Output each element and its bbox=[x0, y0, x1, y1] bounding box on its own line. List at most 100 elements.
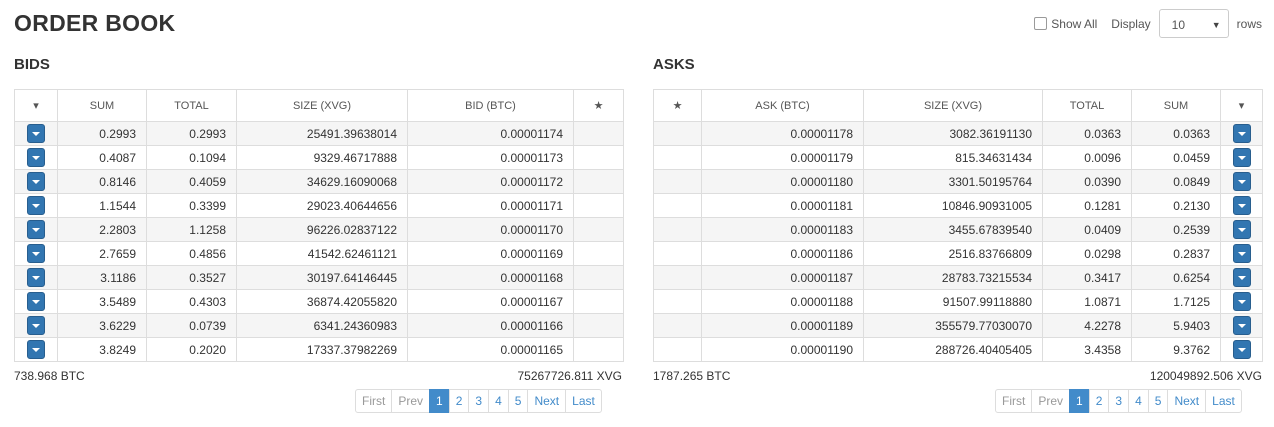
favorite-cell[interactable] bbox=[573, 337, 624, 362]
row-dropdown-button[interactable] bbox=[27, 196, 45, 215]
favorite-cell[interactable] bbox=[653, 337, 702, 362]
asks-sum-cell: 0.0849 bbox=[1131, 169, 1221, 194]
row-dropdown-button[interactable] bbox=[27, 268, 45, 287]
asks-size-cell: 3301.50195764 bbox=[863, 169, 1043, 194]
last-page-button[interactable]: Last bbox=[1205, 389, 1242, 413]
asks-price-cell: 0.00001189 bbox=[701, 313, 864, 338]
bids-sum-header[interactable]: SUM bbox=[57, 89, 147, 122]
row-dropdown-button[interactable] bbox=[27, 124, 45, 143]
favorite-cell[interactable] bbox=[573, 217, 624, 242]
prev-page-button[interactable]: Prev bbox=[1031, 389, 1071, 413]
bids-row: 2.7659 0.4856 41542.62461121 0.00001169 bbox=[14, 241, 624, 266]
asks-price-cell: 0.00001190 bbox=[701, 337, 864, 362]
favorite-cell[interactable] bbox=[653, 313, 702, 338]
bids-price-cell: 0.00001166 bbox=[407, 313, 574, 338]
next-page-button[interactable]: Next bbox=[1167, 389, 1207, 413]
favorite-cell[interactable] bbox=[573, 313, 624, 338]
bids-total-header[interactable]: TOTAL bbox=[146, 89, 237, 122]
show-all-checkbox[interactable] bbox=[1034, 17, 1048, 30]
bids-row: 3.8249 0.2020 17337.37982269 0.00001165 bbox=[14, 337, 624, 362]
bids-column-menu-header[interactable]: ▾ bbox=[14, 89, 58, 122]
page-3-button[interactable]: 3 bbox=[468, 389, 490, 413]
favorite-cell[interactable] bbox=[653, 265, 702, 290]
favorite-cell[interactable] bbox=[653, 289, 702, 314]
asks-total-header[interactable]: TOTAL bbox=[1042, 89, 1132, 122]
page-4-button[interactable]: 4 bbox=[1128, 389, 1149, 413]
favorite-cell[interactable] bbox=[573, 121, 624, 146]
favorite-cell[interactable] bbox=[653, 241, 702, 266]
bids-row: 0.4087 0.1094 9329.46717888 0.00001173 bbox=[14, 145, 624, 170]
favorite-cell[interactable] bbox=[653, 145, 702, 170]
asks-column-menu-header[interactable]: ▾ bbox=[1220, 89, 1263, 122]
asks-row: 0.00001180 3301.50195764 0.0390 0.0849 bbox=[653, 169, 1263, 194]
row-dropdown-button[interactable] bbox=[1232, 124, 1251, 143]
row-dropdown-button[interactable] bbox=[27, 340, 45, 359]
row-dropdown-button[interactable] bbox=[1232, 316, 1251, 335]
row-dropdown-button[interactable] bbox=[27, 148, 45, 167]
asks-table: ★ ASK (BTC) SIZE (XVG) TOTAL SUM ▾ 0.000… bbox=[653, 89, 1263, 362]
favorite-cell[interactable] bbox=[653, 217, 702, 242]
row-dropdown-button[interactable] bbox=[27, 292, 45, 311]
row-dropdown-button[interactable] bbox=[27, 244, 45, 263]
row-dropdown-button[interactable] bbox=[1232, 196, 1251, 215]
bids-total-cell: 0.2993 bbox=[146, 121, 237, 146]
next-page-button[interactable]: Next bbox=[527, 389, 567, 413]
rows-per-page-select[interactable]: 10 ▼ bbox=[1158, 9, 1229, 38]
row-dropdown-button[interactable] bbox=[1232, 268, 1251, 287]
asks-price-header[interactable]: ASK (BTC) bbox=[701, 89, 864, 122]
asks-sum-header[interactable]: SUM bbox=[1131, 89, 1221, 122]
asks-sum-cell: 0.2837 bbox=[1131, 241, 1221, 266]
asks-star-header[interactable]: ★ bbox=[653, 89, 702, 122]
page-5-button[interactable]: 5 bbox=[1147, 389, 1169, 413]
asks-total-cell: 0.0390 bbox=[1042, 169, 1132, 194]
first-page-button[interactable]: First bbox=[355, 389, 393, 413]
row-action-cell bbox=[1220, 313, 1263, 338]
row-dropdown-button[interactable] bbox=[27, 172, 45, 191]
row-dropdown-button[interactable] bbox=[1232, 220, 1251, 239]
bids-size-cell: 30197.64146445 bbox=[236, 265, 408, 290]
row-dropdown-button[interactable] bbox=[1232, 172, 1251, 191]
page-4-button[interactable]: 4 bbox=[488, 389, 509, 413]
row-dropdown-button[interactable] bbox=[1232, 340, 1251, 359]
bids-size-cell: 41542.62461121 bbox=[236, 241, 408, 266]
asks-size-cell: 91507.99118880 bbox=[863, 289, 1043, 314]
favorite-cell[interactable] bbox=[653, 169, 702, 194]
favorite-cell[interactable] bbox=[573, 289, 624, 314]
last-page-button[interactable]: Last bbox=[565, 389, 602, 413]
row-dropdown-button[interactable] bbox=[1232, 148, 1251, 167]
asks-price-cell: 0.00001183 bbox=[701, 217, 864, 242]
page-5-button[interactable]: 5 bbox=[507, 389, 529, 413]
asks-size-header[interactable]: SIZE (XVG) bbox=[863, 89, 1043, 122]
page-1-button[interactable]: 1 bbox=[429, 389, 450, 413]
page-1-button[interactable]: 1 bbox=[1069, 389, 1090, 413]
bids-price-cell: 0.00001169 bbox=[407, 241, 574, 266]
favorite-cell[interactable] bbox=[573, 193, 624, 218]
page-3-button[interactable]: 3 bbox=[1108, 389, 1130, 413]
bids-price-cell: 0.00001170 bbox=[407, 217, 574, 242]
favorite-cell[interactable] bbox=[573, 241, 624, 266]
row-action-cell bbox=[14, 313, 58, 338]
asks-total-cell: 3.4358 bbox=[1042, 337, 1132, 362]
asks-row: 0.00001181 10846.90931005 0.1281 0.2130 bbox=[653, 193, 1263, 218]
bids-total-cell: 0.2020 bbox=[146, 337, 237, 362]
row-dropdown-button[interactable] bbox=[1232, 244, 1251, 263]
favorite-cell[interactable] bbox=[653, 121, 702, 146]
favorite-cell[interactable] bbox=[573, 265, 624, 290]
favorite-cell[interactable] bbox=[573, 145, 624, 170]
bids-star-header[interactable]: ★ bbox=[573, 89, 624, 122]
bids-size-header[interactable]: SIZE (XVG) bbox=[236, 89, 408, 122]
bids-sum-cell: 0.8146 bbox=[57, 169, 147, 194]
favorite-cell[interactable] bbox=[573, 169, 624, 194]
row-dropdown-button[interactable] bbox=[1232, 292, 1251, 311]
page-2-button[interactable]: 2 bbox=[448, 389, 470, 413]
show-all-label[interactable]: Show All bbox=[1051, 17, 1097, 31]
prev-page-button[interactable]: Prev bbox=[391, 389, 431, 413]
favorite-cell[interactable] bbox=[653, 193, 702, 218]
row-dropdown-button[interactable] bbox=[27, 316, 45, 335]
page-2-button[interactable]: 2 bbox=[1088, 389, 1110, 413]
row-dropdown-button[interactable] bbox=[27, 220, 45, 239]
bids-price-header[interactable]: BID (BTC) bbox=[407, 89, 574, 122]
bids-size-cell: 36874.42055820 bbox=[236, 289, 408, 314]
asks-size-cell: 3082.36191130 bbox=[863, 121, 1043, 146]
first-page-button[interactable]: First bbox=[995, 389, 1033, 413]
